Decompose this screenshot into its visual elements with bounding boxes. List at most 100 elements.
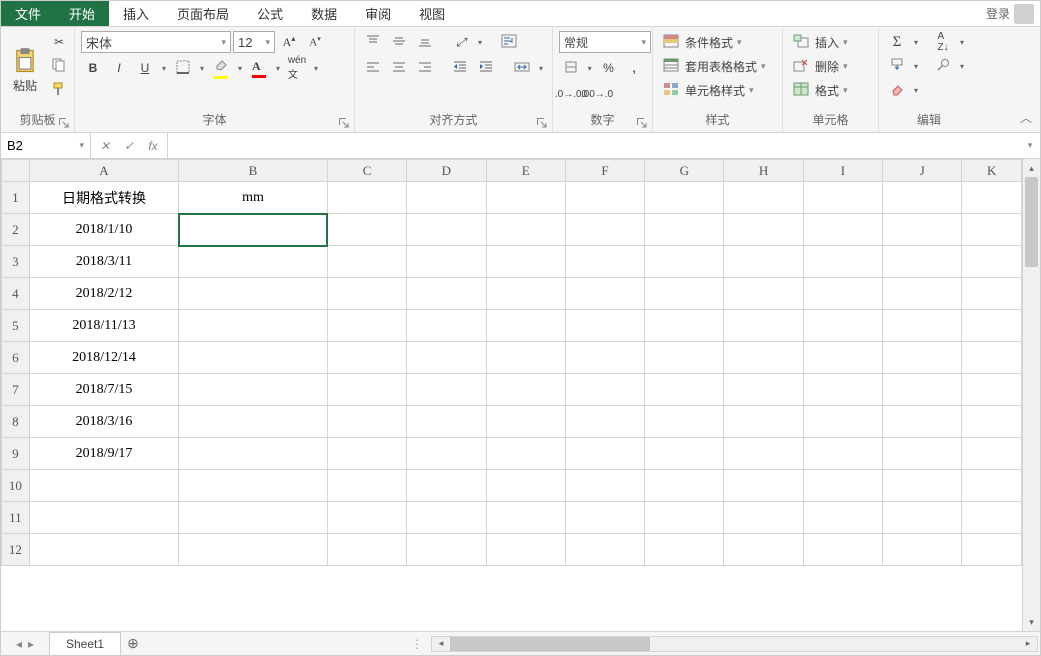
collapse-ribbon-button[interactable]: ︿ — [1020, 109, 1032, 126]
underline-button[interactable]: U — [133, 57, 157, 79]
cell-D1[interactable] — [407, 182, 486, 214]
cell-C8[interactable] — [327, 406, 406, 438]
scroll-left-button[interactable]: ◂ — [432, 638, 450, 649]
cell-G4[interactable] — [645, 278, 724, 310]
row-header-8[interactable]: 8 — [2, 406, 30, 438]
cancel-formula-button[interactable]: ✕ — [95, 136, 115, 156]
currency-button[interactable] — [559, 57, 583, 79]
row-header-2[interactable]: 2 — [2, 214, 30, 246]
cell-H4[interactable] — [724, 278, 803, 310]
cell-A1[interactable]: 日期格式转换 — [29, 182, 178, 214]
cell-B11[interactable] — [179, 502, 328, 534]
cell-A7[interactable]: 2018/7/15 — [29, 374, 178, 406]
col-header-K[interactable]: K — [962, 160, 1022, 182]
add-sheet-button[interactable]: ⊕ — [121, 635, 145, 652]
sheet-nav[interactable]: ◂▸ — [1, 637, 49, 651]
font-size-select[interactable]: 12▾ — [233, 31, 275, 53]
sort-filter-button[interactable]: AZ↓ — [931, 31, 955, 53]
tab-data[interactable]: 数据 — [297, 1, 351, 26]
cell-K6[interactable] — [962, 342, 1022, 374]
cell-G10[interactable] — [645, 470, 724, 502]
select-all-corner[interactable] — [2, 160, 30, 182]
cell-J11[interactable] — [883, 502, 962, 534]
clipboard-dialog-launcher[interactable] — [58, 117, 70, 129]
format-cells-button[interactable]: 格式 ▾ — [789, 79, 872, 101]
hscroll-track[interactable] — [450, 637, 1019, 651]
cell-A10[interactable] — [29, 470, 178, 502]
cell-D2[interactable] — [407, 214, 486, 246]
decrease-font-button[interactable]: A▾ — [303, 31, 327, 53]
cell-E10[interactable] — [486, 470, 565, 502]
cell-B6[interactable] — [179, 342, 328, 374]
alignment-dialog-launcher[interactable] — [536, 117, 548, 129]
hscroll-thumb[interactable] — [450, 637, 650, 651]
cell-G12[interactable] — [645, 534, 724, 566]
cell-B12[interactable] — [179, 534, 328, 566]
cell-K11[interactable] — [962, 502, 1022, 534]
cell-J8[interactable] — [883, 406, 962, 438]
merge-dropdown[interactable] — [536, 57, 546, 79]
autosum-button[interactable]: Σ — [885, 31, 909, 53]
cell-K5[interactable] — [962, 310, 1022, 342]
decrease-indent-button[interactable] — [449, 57, 473, 79]
cell-E11[interactable] — [486, 502, 565, 534]
cell-F9[interactable] — [565, 438, 644, 470]
insert-cells-button[interactable]: 插入 ▾ — [789, 31, 872, 53]
clear-button[interactable] — [885, 79, 909, 101]
number-dialog-launcher[interactable] — [636, 117, 648, 129]
orientation-button[interactable]: ⤢ — [449, 31, 473, 53]
cell-G6[interactable] — [645, 342, 724, 374]
cell-J10[interactable] — [883, 470, 962, 502]
cell-C2[interactable] — [327, 214, 406, 246]
horizontal-scrollbar[interactable]: ◂ ▸ — [431, 636, 1038, 652]
merge-center-button[interactable] — [510, 57, 534, 79]
cut-button[interactable]: ✂ — [47, 31, 71, 53]
cell-K3[interactable] — [962, 246, 1022, 278]
cell-D10[interactable] — [407, 470, 486, 502]
cell-H8[interactable] — [724, 406, 803, 438]
cell-H5[interactable] — [724, 310, 803, 342]
cell-J9[interactable] — [883, 438, 962, 470]
row-header-10[interactable]: 10 — [2, 470, 30, 502]
cell-K1[interactable] — [962, 182, 1022, 214]
cell-J5[interactable] — [883, 310, 962, 342]
clear-dropdown[interactable] — [911, 79, 921, 101]
cell-G7[interactable] — [645, 374, 724, 406]
cell-G1[interactable] — [645, 182, 724, 214]
cell-K8[interactable] — [962, 406, 1022, 438]
cell-D4[interactable] — [407, 278, 486, 310]
col-header-B[interactable]: B — [179, 160, 328, 182]
cell-H2[interactable] — [724, 214, 803, 246]
name-box[interactable]: ▾ — [1, 133, 91, 158]
fill-color-button[interactable] — [209, 57, 233, 79]
col-header-J[interactable]: J — [883, 160, 962, 182]
cell-K7[interactable] — [962, 374, 1022, 406]
cell-K4[interactable] — [962, 278, 1022, 310]
italic-button[interactable]: I — [107, 57, 131, 79]
cell-B3[interactable] — [179, 246, 328, 278]
row-header-1[interactable]: 1 — [2, 182, 30, 214]
cell-A4[interactable]: 2018/2/12 — [29, 278, 178, 310]
scroll-down-button[interactable]: ▾ — [1023, 613, 1040, 631]
phonetic-button[interactable]: wén文 — [285, 57, 309, 79]
cell-B4[interactable] — [179, 278, 328, 310]
cell-E9[interactable] — [486, 438, 565, 470]
cell-F1[interactable] — [565, 182, 644, 214]
cell-J4[interactable] — [883, 278, 962, 310]
cell-E8[interactable] — [486, 406, 565, 438]
fill-button[interactable] — [885, 55, 909, 77]
cell-H12[interactable] — [724, 534, 803, 566]
delete-cells-button[interactable]: 删除 ▾ — [789, 55, 872, 77]
cell-D9[interactable] — [407, 438, 486, 470]
tab-review[interactable]: 审阅 — [351, 1, 405, 26]
cell-F12[interactable] — [565, 534, 644, 566]
cell-I1[interactable] — [803, 182, 882, 214]
conditional-format-button[interactable]: 条件格式 ▾ — [659, 31, 776, 53]
cell-F2[interactable] — [565, 214, 644, 246]
cell-J12[interactable] — [883, 534, 962, 566]
wrap-text-button[interactable] — [497, 31, 521, 53]
font-name-select[interactable]: 宋体▾ — [81, 31, 231, 53]
cell-B2[interactable] — [179, 214, 328, 246]
vertical-scrollbar[interactable]: ▴ ▾ — [1022, 159, 1040, 631]
row-header-11[interactable]: 11 — [2, 502, 30, 534]
